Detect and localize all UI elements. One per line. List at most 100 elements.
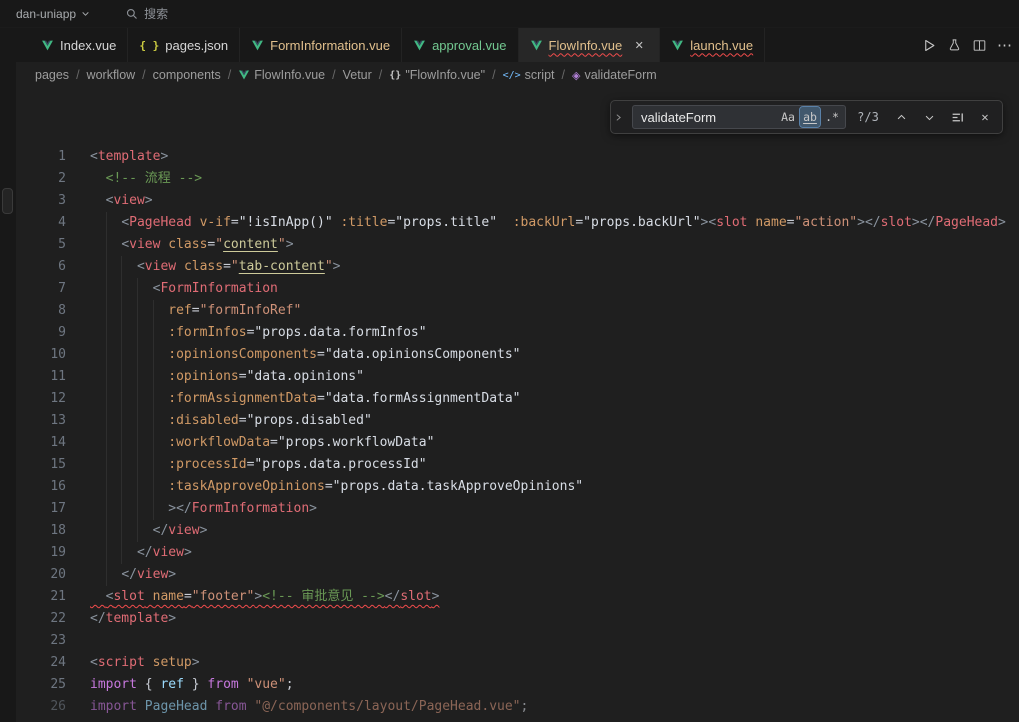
code-line: 1 <template> bbox=[16, 146, 1019, 168]
code-line: 10 :opinionsComponents="data.opinionsCom… bbox=[16, 344, 1019, 366]
line-number[interactable]: 21 bbox=[16, 586, 66, 608]
breadcrumb-item[interactable]: Vetur bbox=[343, 68, 372, 82]
breadcrumb-item[interactable]: pages bbox=[35, 68, 69, 82]
code-line-text[interactable]: <view> bbox=[90, 190, 153, 212]
run-button[interactable] bbox=[917, 33, 942, 58]
code-line: 24 <script setup> bbox=[16, 652, 1019, 674]
code-line: 23 bbox=[16, 630, 1019, 652]
line-number[interactable]: 10 bbox=[16, 344, 66, 366]
line-number[interactable]: 7 bbox=[16, 278, 66, 300]
code-line-text[interactable]: </view> bbox=[90, 564, 176, 586]
tab-forminformation-vue[interactable]: FormInformation.vue bbox=[240, 28, 402, 62]
tab-pages-json[interactable]: { } pages.json bbox=[128, 28, 240, 62]
code-line-text[interactable]: :opinionsComponents="data.opinionsCompon… bbox=[90, 344, 521, 366]
breadcrumb-item[interactable]: workflow bbox=[87, 68, 136, 82]
line-number[interactable]: 3 bbox=[16, 190, 66, 212]
line-number[interactable]: 6 bbox=[16, 256, 66, 278]
line-number[interactable]: 16 bbox=[16, 476, 66, 498]
line-number[interactable]: 18 bbox=[16, 520, 66, 542]
editor-pane[interactable]: Aa ab .* ?/3 ✕ 1<template>2 <!- bbox=[16, 88, 1019, 722]
code-line-text[interactable]: :workflowData="props.workflowData" bbox=[90, 432, 434, 454]
code-line: 13 :disabled="props.disabled" bbox=[16, 410, 1019, 432]
code-line-text[interactable]: :taskApproveOpinions="props.data.taskApp… bbox=[90, 476, 583, 498]
code-line-text[interactable]: </template> bbox=[90, 608, 176, 630]
line-number[interactable]: 4 bbox=[16, 212, 66, 234]
line-number[interactable]: 9 bbox=[16, 322, 66, 344]
breadcrumb-separator: / bbox=[492, 68, 495, 82]
code-line-text[interactable]: ></FormInformation> bbox=[90, 498, 317, 520]
find-input[interactable] bbox=[641, 110, 778, 125]
line-number[interactable]: 13 bbox=[16, 410, 66, 432]
code-line: 14 :workflowData="props.workflowData" bbox=[16, 432, 1019, 454]
test-beaker-icon[interactable] bbox=[942, 33, 967, 58]
line-number[interactable]: 15 bbox=[16, 454, 66, 476]
tab-approval-vue[interactable]: approval.vue bbox=[402, 28, 518, 62]
toggle-replace-button[interactable] bbox=[611, 101, 626, 133]
workspace-menu[interactable]: dan-uniapp bbox=[10, 4, 96, 24]
code-line-text[interactable]: :formAssignmentData="data.formAssignment… bbox=[90, 388, 521, 410]
breadcrumb-separator: / bbox=[332, 68, 335, 82]
line-number[interactable]: 2 bbox=[16, 168, 66, 190]
code-line-text[interactable]: <script setup> bbox=[90, 652, 200, 674]
breadcrumb-item-symbol[interactable]: {} "FlowInfo.vue" bbox=[389, 68, 485, 82]
whole-word-button[interactable]: ab bbox=[800, 107, 820, 127]
vue-file-icon bbox=[530, 39, 543, 52]
code-line-text[interactable]: :formInfos="props.data.formInfos" bbox=[90, 322, 427, 344]
line-number[interactable]: 26 bbox=[16, 696, 66, 718]
code-line: 4 <PageHead v-if="!isInApp()" :title="pr… bbox=[16, 212, 1019, 234]
vue-file-icon bbox=[413, 39, 426, 52]
code-line-text[interactable]: :disabled="props.disabled" bbox=[90, 410, 372, 432]
code-line-text[interactable]: <!-- 流程 --> bbox=[90, 168, 202, 190]
chevron-down-icon bbox=[81, 9, 90, 18]
search-label: 搜索 bbox=[144, 5, 168, 22]
line-number[interactable]: 5 bbox=[16, 234, 66, 256]
code-line-text[interactable]: <FormInformation bbox=[90, 278, 278, 300]
code-line-text[interactable]: </view> bbox=[90, 520, 207, 542]
match-case-button[interactable]: Aa bbox=[778, 107, 798, 127]
titlebar-search[interactable]: 搜索 bbox=[126, 5, 168, 22]
code-line-text[interactable]: :processId="props.data.processId" bbox=[90, 454, 427, 476]
line-number[interactable]: 14 bbox=[16, 432, 66, 454]
code-line-text[interactable]: <slot name="footer"><!-- 审批意见 --></slot> bbox=[90, 586, 439, 608]
regex-button[interactable]: .* bbox=[822, 107, 842, 127]
code-line-text[interactable]: import { ref } from "vue"; bbox=[90, 674, 294, 696]
tab-flowinfo-vue[interactable]: FlowInfo.vue ✕ bbox=[519, 28, 661, 62]
breadcrumb-item-method[interactable]: ◈ validateForm bbox=[572, 68, 657, 82]
code-line-text[interactable]: <view class="content"> bbox=[90, 234, 294, 256]
line-number[interactable]: 25 bbox=[16, 674, 66, 696]
line-number[interactable]: 12 bbox=[16, 388, 66, 410]
line-number[interactable]: 24 bbox=[16, 652, 66, 674]
tab-index-vue[interactable]: Index.vue bbox=[30, 28, 128, 62]
activity-bar-indicator[interactable] bbox=[2, 188, 13, 214]
code-line-text[interactable]: <view class="tab-content"> bbox=[90, 256, 340, 278]
next-match-button[interactable] bbox=[918, 106, 940, 128]
close-find-button[interactable]: ✕ bbox=[974, 106, 996, 128]
code-line-text[interactable]: <template> bbox=[90, 146, 168, 168]
code-line: 2 <!-- 流程 --> bbox=[16, 168, 1019, 190]
line-number[interactable]: 20 bbox=[16, 564, 66, 586]
selection-lines-icon bbox=[951, 111, 964, 124]
split-editor-button[interactable] bbox=[967, 33, 992, 58]
line-number[interactable]: 17 bbox=[16, 498, 66, 520]
tab-launch-vue[interactable]: launch.vue bbox=[660, 28, 765, 62]
close-tab-icon[interactable]: ✕ bbox=[630, 36, 648, 54]
line-number[interactable]: 19 bbox=[16, 542, 66, 564]
more-actions-button[interactable]: ⋯ bbox=[992, 33, 1017, 58]
line-number[interactable]: 8 bbox=[16, 300, 66, 322]
breadcrumb-item[interactable]: components bbox=[153, 68, 221, 82]
code-line: 5 <view class="content"> bbox=[16, 234, 1019, 256]
activity-bar[interactable] bbox=[0, 28, 16, 722]
previous-match-button[interactable] bbox=[890, 106, 912, 128]
line-number[interactable]: 22 bbox=[16, 608, 66, 630]
line-number[interactable]: 23 bbox=[16, 630, 66, 652]
tab-bar: Index.vue { } pages.json FormInformation… bbox=[16, 28, 1019, 62]
code-line-text[interactable]: :opinions="data.opinions" bbox=[90, 366, 364, 388]
line-number[interactable]: 1 bbox=[16, 146, 66, 168]
code-line-text[interactable]: import PageHead from "@/components/layou… bbox=[90, 696, 528, 718]
find-in-selection-button[interactable] bbox=[946, 106, 968, 128]
code-line-text[interactable]: <PageHead v-if="!isInApp()" :title="prop… bbox=[90, 212, 1006, 234]
line-number[interactable]: 11 bbox=[16, 366, 66, 388]
find-options: Aa ab .* bbox=[778, 107, 842, 127]
breadcrumb-item-script[interactable]: </> script bbox=[503, 68, 555, 82]
breadcrumb-item-file[interactable]: FlowInfo.vue bbox=[238, 68, 325, 82]
